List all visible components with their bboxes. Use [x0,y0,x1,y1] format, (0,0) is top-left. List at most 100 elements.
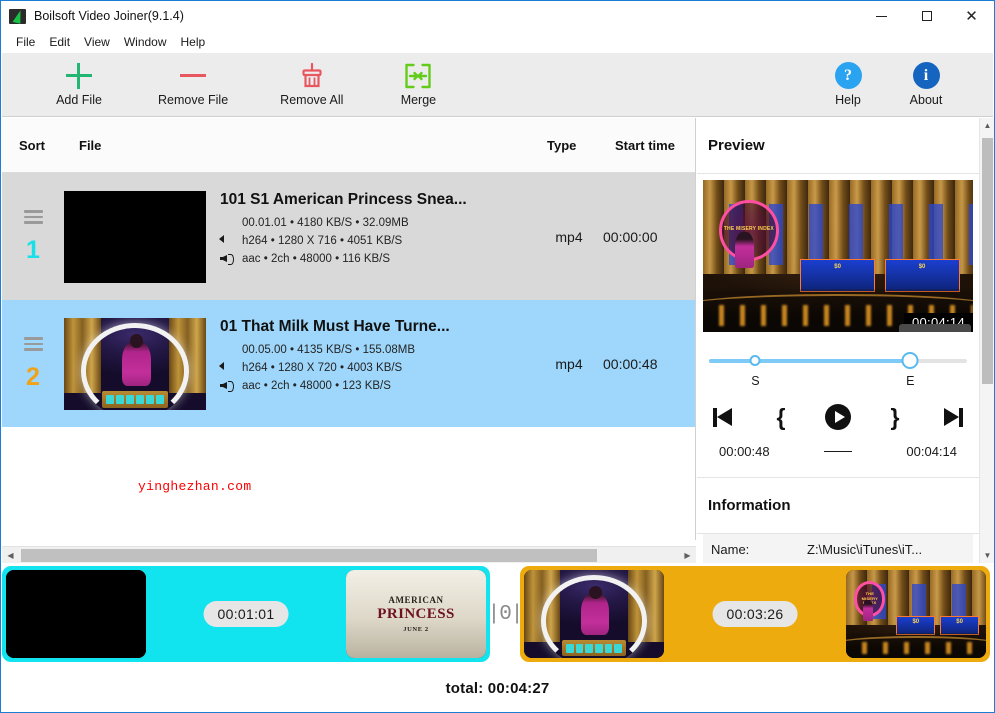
horizontal-scrollbar[interactable]: ◀ ▶ [2,546,696,563]
mark-out-glyph: } [890,403,900,430]
row-drag-handle[interactable]: 1 [2,173,64,300]
column-header-file[interactable]: File [79,138,101,153]
window-controls: ✕ [859,1,994,31]
menu-item-help[interactable]: Help [174,33,213,51]
table-row[interactable]: 1 101 S1 American Princess Snea... 00.01… [2,173,695,300]
mark-out-button[interactable]: } [882,404,908,430]
column-header-sort[interactable]: Sort [19,138,45,153]
row-file-info-line: 00.05.00 • 4135 KB/S • 155.08MB [220,343,535,357]
row-index: 2 [26,362,40,391]
poster-line2: PRINCESS [377,606,455,622]
about-label: About [909,92,943,107]
about-glyph: i [912,62,940,89]
start-marker-label: S [751,374,760,388]
speaker-icon [220,252,235,266]
merge-button[interactable]: Merge [379,54,457,116]
menu-item-view[interactable]: View [77,33,117,51]
maximize-button[interactable] [904,1,949,31]
information-section-header: Information [697,478,979,534]
table-row[interactable]: 2 01 That Milk Must Have Turne... 00.05.… [2,300,695,427]
app-window: Boilsoft Video Joiner(9.1.4) ✕ File Edit… [0,0,995,713]
menu-item-window[interactable]: Window [117,33,174,51]
row-video-info-line: h264 • 1280 X 720 • 4003 KB/S [220,361,535,375]
trim-slider[interactable] [709,352,967,369]
clip-duration-badge: 00:01:01 [203,601,289,627]
timeline-clip[interactable]: 00:01:01 AMERICAN PRINCESS JUNE 2 [2,566,490,662]
file-icon [220,343,235,357]
info-circle-icon: i [912,62,940,89]
preview-section-header: Preview [697,118,979,174]
column-header-start-time[interactable]: Start time [615,138,675,153]
remove-file-label: Remove File [158,92,229,107]
skip-previous-icon[interactable] [711,404,737,430]
skip-next-icon[interactable] [939,404,965,430]
vertical-scroll-thumb[interactable] [982,138,993,384]
clip-start-thumbnail [524,570,664,658]
slider-start-handle[interactable] [749,355,761,366]
information-row: Name: Z:\Music\iTunes\iT... [703,534,973,563]
scroll-down-arrow-icon[interactable]: ▼ [980,548,995,563]
app-icon [9,8,26,24]
row-start-time: 00:00:00 [603,228,658,245]
timeline: 00:01:01 AMERICAN PRINCESS JUNE 2 |0| 00… [2,563,993,665]
scroll-up-arrow-icon[interactable]: ▲ [980,118,995,133]
information-value: Z:\Music\iTunes\iT... [807,542,923,557]
help-circle-icon: ? [834,62,862,89]
plus-icon [66,62,92,89]
menu-item-edit[interactable]: Edit [42,33,77,51]
about-button[interactable]: i About [887,54,965,116]
minimize-button[interactable] [859,1,904,31]
playback-controls: { } [697,400,979,434]
help-glyph: ? [834,62,862,89]
stage-frame [524,570,664,658]
play-icon[interactable] [825,404,851,430]
close-button[interactable]: ✕ [949,1,994,31]
grip-icon [23,210,43,224]
file-icon [220,216,235,230]
video-camera-icon [220,234,235,248]
minus-icon [180,63,207,89]
clip-start-thumbnail [6,570,146,658]
clip-joiner-handle[interactable]: |0| [488,603,524,626]
slider-end-handle[interactable] [901,352,919,369]
row-thumbnail [64,190,206,283]
row-video-info: h264 • 1280 X 716 • 4051 KB/S [242,235,403,247]
scroll-left-arrow-icon[interactable]: ◀ [2,547,19,564]
timeline-clip[interactable]: 00:03:26 THE MISERY INDEX [520,566,990,662]
horizontal-scroll-track[interactable] [19,547,679,564]
row-file-info: 00.05.00 • 4135 KB/S • 155.08MB [242,344,416,356]
row-metadata: 101 S1 American Princess Snea... 00.01.0… [206,173,535,300]
row-audio-info-line: aac • 2ch • 48000 • 116 KB/S [220,252,535,266]
horizontal-scroll-thumb[interactable] [21,548,597,562]
row-audio-info: aac • 2ch • 48000 • 116 KB/S [242,253,391,265]
watermark: yinghezhan.com [138,479,252,494]
close-icon: ✕ [965,6,978,25]
vertical-scrollbar[interactable]: ▲ ▼ [979,118,994,563]
preview-title: Preview [708,137,765,154]
window-title: Boilsoft Video Joiner(9.1.4) [34,9,184,23]
row-audio-info-line: aac • 2ch • 48000 • 123 KB/S [220,379,535,393]
add-file-button[interactable]: Add File [40,54,118,116]
row-metadata: 01 That Milk Must Have Turne... 00.05.00… [206,300,535,427]
toolbar: Add File Remove File Remove All Merge ? … [2,53,993,117]
poster-line1: AMERICAN [388,595,444,605]
american-princess-poster: AMERICAN PRINCESS JUNE 2 [346,570,486,658]
remove-all-button[interactable]: Remove All [266,54,357,116]
row-audio-info: aac • 2ch • 48000 • 123 KB/S [242,380,391,392]
scroll-right-arrow-icon[interactable]: ▶ [679,547,696,564]
column-header-type[interactable]: Type [547,138,576,153]
add-file-label: Add File [56,92,102,107]
remove-all-label: Remove All [280,92,344,107]
clip-end-thumbnail: AMERICAN PRINCESS JUNE 2 [346,570,486,658]
row-drag-handle[interactable]: 2 [2,300,64,427]
menu-item-file[interactable]: File [9,33,42,51]
title-bar: Boilsoft Video Joiner(9.1.4) ✕ [1,1,994,31]
help-button[interactable]: ? Help [809,54,887,116]
remove-file-button[interactable]: Remove File [144,54,242,116]
row-title: 01 That Milk Must Have Turne... [220,318,450,335]
mark-in-button[interactable]: { [768,404,794,430]
row-video-info: h264 • 1280 X 720 • 4003 KB/S [242,362,403,374]
preview-video[interactable]: THE MISERY INDEX 00:04:14 [703,180,973,332]
poster-line3: JUNE 2 [403,626,429,633]
information-key: Name: [711,542,750,557]
